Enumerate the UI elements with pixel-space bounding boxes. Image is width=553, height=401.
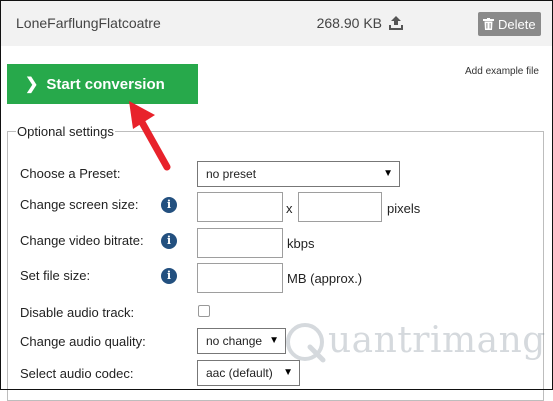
file-size: 268.90 KB <box>316 15 382 31</box>
video-bitrate-label: Change video bitrate: <box>20 233 144 248</box>
info-icon[interactable]: i <box>161 268 177 284</box>
file-row: LoneFarflungFlatcoatre 268.90 KB Delete <box>1 1 552 46</box>
preset-label: Choose a Preset: <box>20 166 121 181</box>
disable-audio-label: Disable audio track: <box>20 305 135 320</box>
watermark-logo-icon <box>286 323 326 363</box>
delete-label: Delete <box>498 16 536 32</box>
file-name: LoneFarflungFlatcoatre <box>16 15 161 31</box>
file-size-unit: MB (approx.) <box>287 271 363 286</box>
info-icon[interactable]: i <box>161 197 177 213</box>
watermark-text: uantrimang <box>328 320 546 361</box>
delete-button[interactable]: Delete <box>478 12 541 36</box>
file-size-input[interactable] <box>197 263 283 293</box>
disable-audio-checkbox[interactable] <box>198 305 210 317</box>
caret-down-icon: ▼ <box>283 367 293 378</box>
info-icon[interactable]: i <box>161 233 177 249</box>
preset-value: no preset <box>206 167 257 181</box>
red-arrow-annotation <box>129 101 171 171</box>
chevron-right-icon: ❯ <box>25 76 39 93</box>
start-conversion-label: Start conversion <box>46 75 165 93</box>
audio-quality-select[interactable]: no change ▼ <box>197 328 286 354</box>
audio-codec-value: aac (default) <box>206 366 273 380</box>
upload-icon[interactable] <box>389 15 403 31</box>
screen-width-input[interactable] <box>197 192 283 222</box>
audio-quality-value: no change <box>206 334 263 348</box>
screen-size-unit: pixels <box>387 201 421 216</box>
preset-select[interactable]: no preset ▼ <box>197 161 400 187</box>
trash-icon <box>483 18 494 30</box>
screen-height-input[interactable] <box>298 192 382 222</box>
screen-size-label: Change screen size: <box>20 197 139 212</box>
file-size-label: Set file size: <box>20 268 91 283</box>
add-example-file-link[interactable]: Add example file <box>465 66 539 77</box>
caret-down-icon: ▼ <box>269 335 279 346</box>
optional-settings-legend: Optional settings <box>16 124 115 139</box>
video-bitrate-unit: kbps <box>287 236 315 251</box>
watermark: uantrimang <box>283 318 545 368</box>
audio-codec-label: Select audio codec: <box>20 366 134 381</box>
audio-quality-label: Change audio quality: <box>20 334 146 349</box>
video-bitrate-input[interactable] <box>197 228 283 258</box>
caret-down-icon: ▼ <box>383 168 393 179</box>
screen-size-separator: x <box>286 201 293 216</box>
